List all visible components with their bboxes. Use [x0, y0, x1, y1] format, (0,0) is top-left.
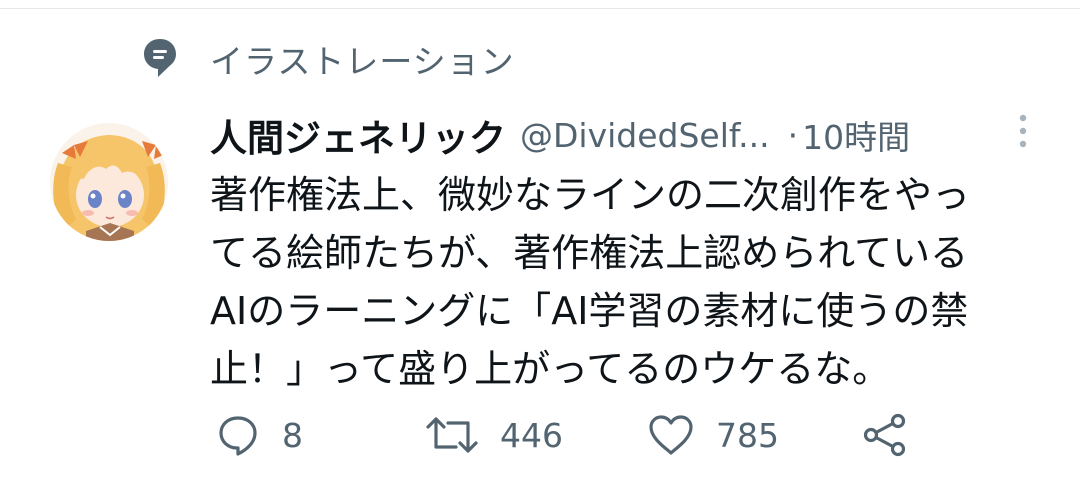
separator-dot: ·	[787, 115, 799, 155]
topic-label: イラストレーション	[210, 42, 515, 81]
topic-icon	[144, 39, 176, 77]
user-handle[interactable]: @DividedSelf...	[520, 116, 770, 155]
display-name[interactable]: 人間ジェネリック	[210, 108, 506, 162]
like-count: 785	[716, 415, 779, 455]
reply-count: 8	[282, 415, 303, 455]
like-button[interactable]: 785	[648, 410, 779, 460]
tweet-text-line: てる絵師たちが、著作権法上認められている	[210, 231, 969, 275]
avatar-image	[50, 123, 168, 241]
topic-context[interactable]: イラストレーション	[142, 36, 515, 82]
action-bar: 8 446 785	[0, 410, 1080, 460]
share-button[interactable]	[862, 410, 908, 460]
more-options-icon[interactable]	[1017, 112, 1029, 152]
retweet-icon	[426, 417, 478, 453]
top-divider	[0, 8, 1080, 9]
tweet-header: 人間ジェネリック @DividedSelf... · 10時間	[210, 108, 1030, 162]
avatar[interactable]	[50, 123, 168, 241]
heart-icon	[649, 415, 693, 455]
tweet-text: 著作権法上、微妙なラインの二次創作をやっ てる絵師たちが、著作権法上認められてい…	[210, 166, 1040, 398]
reply-icon	[219, 416, 257, 456]
tweet-text-line: 止！」って盛り上がってるのウケるな。	[210, 347, 891, 391]
tweet-text-line: 著作権法上、微妙なラインの二次創作をやっ	[210, 173, 971, 217]
tweet-text-line: AIのラーニングに「AI学習の素材に使うの禁	[210, 289, 969, 333]
timestamp[interactable]: 10時間	[802, 111, 910, 159]
share-icon	[863, 413, 906, 457]
retweet-count: 446	[500, 415, 563, 455]
retweet-button[interactable]: 446	[426, 410, 563, 460]
reply-button[interactable]: 8	[216, 410, 303, 460]
